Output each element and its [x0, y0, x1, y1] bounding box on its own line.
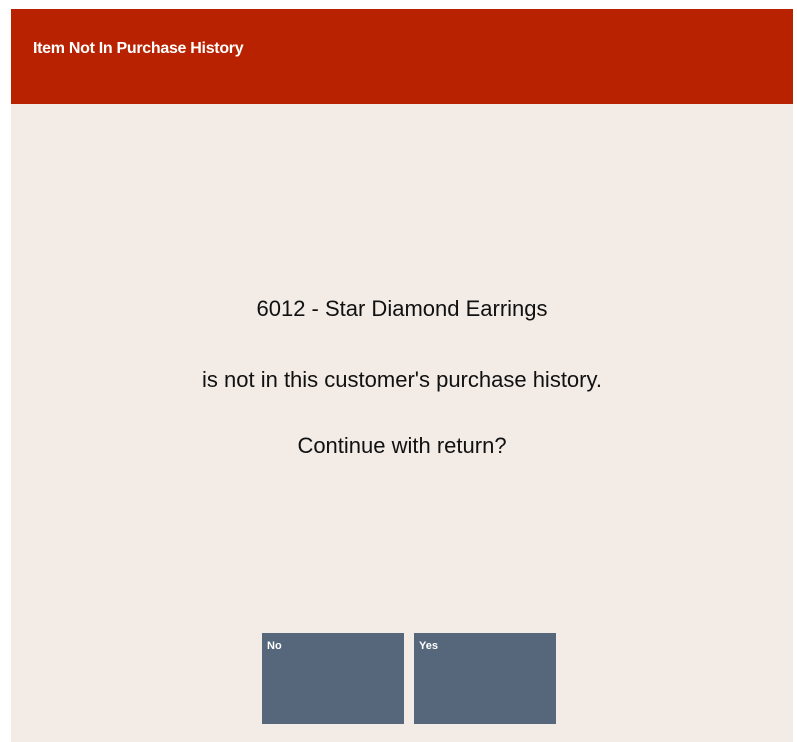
dialog-title: Item Not In Purchase History: [33, 40, 244, 57]
yes-button[interactable]: Yes: [414, 633, 556, 724]
confirm-prompt-text: Continue with return?: [297, 433, 507, 458]
message-detail-text: is not in this customer's purchase histo…: [202, 367, 602, 392]
no-button[interactable]: No: [262, 633, 404, 724]
item-not-in-history-dialog: Item Not In Purchase History 6012 - Star…: [11, 9, 793, 742]
title-bar: Item Not In Purchase History: [11, 9, 793, 104]
no-button-label: No: [267, 640, 282, 652]
yes-button-label: Yes: [419, 640, 438, 652]
item-name-text: 6012 - Star Diamond Earrings: [256, 296, 548, 321]
